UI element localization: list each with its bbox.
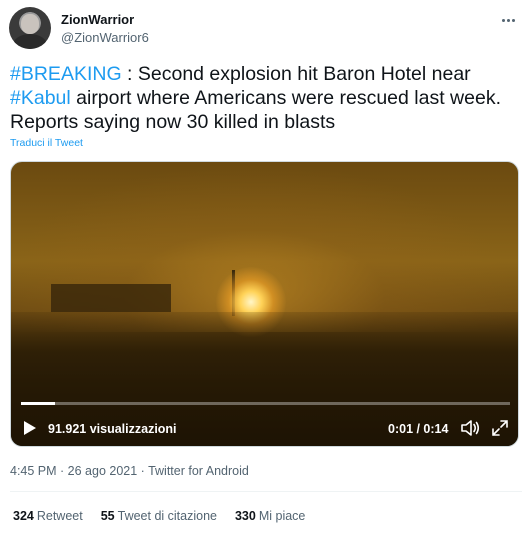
tweet-header: ZionWarrior @ZionWarrior6: [9, 7, 522, 51]
tweet-stats: 324 Retweet 55 Tweet di citazione 330 Mi pi…: [13, 509, 305, 523]
avatar-shoulders: [13, 34, 47, 49]
video-progress-bar[interactable]: [21, 402, 510, 405]
fullscreen-icon[interactable]: [491, 419, 509, 437]
video-progress-fill: [21, 402, 56, 405]
likes-count: 330: [234, 509, 256, 523]
tweet-meta: 4:45 PM · 26 ago 2021 · Twitter for Andr…: [10, 464, 249, 478]
volume-icon[interactable]: [460, 419, 480, 437]
tweet-source: Twitter for Android: [148, 464, 249, 478]
avatar-face: [21, 14, 39, 34]
hashtag-kabul[interactable]: #Kabul: [10, 87, 71, 109]
retweets-count: 324: [13, 509, 34, 523]
likes-label: Mi piace: [258, 509, 306, 523]
more-options-icon[interactable]: [496, 11, 520, 29]
likes-stat[interactable]: 330 Mi piace: [235, 509, 305, 523]
divider: [10, 491, 522, 492]
quotes-count: 55: [100, 509, 115, 523]
play-icon[interactable]: [23, 420, 37, 436]
tweet-text-part1: : Second explosion hit Baron Hotel near: [121, 63, 471, 85]
tweet-text: #BREAKING : Second explosion hit Baron H…: [10, 62, 522, 134]
video-frame-buildings: [51, 284, 171, 312]
quotes-label: Tweet di citazione: [117, 509, 217, 523]
avatar[interactable]: [9, 7, 51, 49]
dot: [501, 18, 505, 22]
dot: [511, 18, 515, 22]
quotes-stat[interactable]: 55 Tweet di citazione: [101, 509, 217, 523]
tweet-date[interactable]: 26 ago 2021: [68, 464, 138, 478]
author-handle[interactable]: @ZionWarrior6: [61, 30, 149, 45]
retweets-stat[interactable]: 324 Retweet: [13, 509, 83, 523]
meta-separator: ·: [137, 464, 149, 478]
author-name[interactable]: ZionWarrior: [61, 12, 134, 27]
tweet-text-part2: airport where Americans were rescued las…: [10, 87, 501, 133]
video-time: 0:01 / 0:14: [388, 422, 449, 436]
video-player[interactable]: 91.921 visualizzazioni 0:01 / 0:14: [10, 161, 519, 447]
video-views: 91.921 visualizzazioni: [48, 422, 177, 436]
retweets-label: Retweet: [36, 509, 83, 523]
dot: [506, 18, 510, 22]
meta-separator: ·: [56, 464, 68, 478]
hashtag-breaking[interactable]: #BREAKING: [10, 63, 122, 85]
translate-tweet-link[interactable]: Traduci il Tweet: [10, 137, 83, 149]
tweet-time[interactable]: 4:45 PM: [10, 464, 57, 478]
